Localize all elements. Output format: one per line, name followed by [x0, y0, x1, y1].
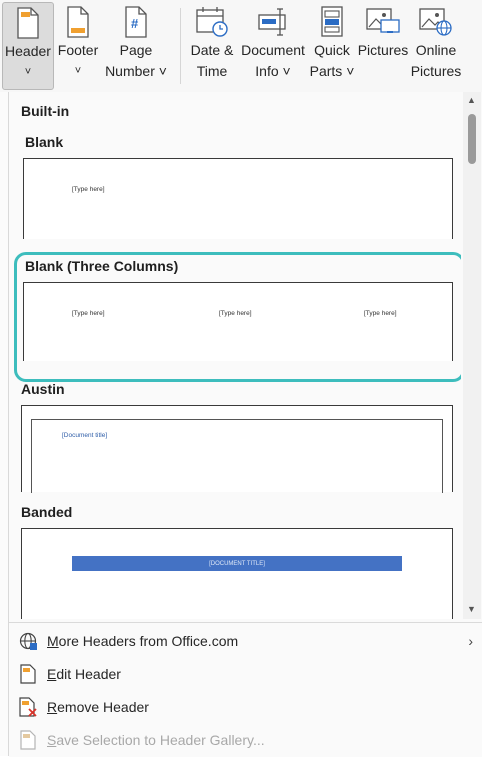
scroll-up-icon[interactable]: ▲	[467, 95, 476, 105]
date-time-label-2: Time	[196, 63, 228, 79]
scroll-down-icon[interactable]: ▼	[467, 604, 476, 614]
scroll-thumb[interactable]	[468, 114, 476, 164]
header-gallery-dropdown: Built-in Blank [Type here] Blank (Three …	[8, 92, 482, 757]
template-banded[interactable]: [DOCUMENT TITLE]	[21, 528, 453, 619]
page-number-label-1: Page	[119, 42, 153, 58]
template-austin[interactable]: [Document title]	[21, 405, 453, 493]
header-label: Header	[5, 43, 51, 59]
header-button[interactable]: Header ˅	[2, 2, 54, 90]
chevron-down-icon: ˅	[24, 66, 32, 78]
more-headers-menu-item[interactable]: More Headers from Office.com ›	[9, 625, 482, 657]
document-info-icon	[258, 8, 286, 36]
document-info-button[interactable]: Document Info ˅	[240, 2, 306, 88]
template-blank[interactable]: [Type here]	[23, 158, 453, 239]
access-key-e: E	[47, 666, 57, 682]
quick-parts-icon	[321, 6, 343, 37]
date-time-label-1: Date &	[190, 42, 234, 58]
remove-header-icon	[18, 697, 38, 717]
access-key-m: M	[47, 633, 59, 649]
template-title-banded: Banded	[21, 504, 73, 520]
quick-parts-button[interactable]: Quick Parts ˅	[310, 2, 354, 88]
header-icon	[17, 7, 39, 39]
edit-header-label: dit Header	[56, 666, 121, 682]
footer-label: Footer	[57, 42, 99, 58]
svg-text:#: #	[131, 16, 139, 31]
access-key-s: S	[47, 732, 57, 748]
template-title-austin: Austin	[21, 381, 65, 397]
placeholder-text: [Type here]	[72, 186, 105, 193]
selection-highlight	[14, 252, 461, 382]
austin-inner-frame: [Document title]	[31, 419, 443, 493]
save-selection-menu-item: Save Selection to Header Gallery...	[9, 724, 482, 756]
footer-icon	[67, 6, 89, 38]
page-number-button[interactable]: # Page Number ˅	[104, 2, 168, 88]
online-pictures-button[interactable]: Online Pictures	[410, 2, 462, 88]
online-pictures-label-2: Pictures	[410, 63, 462, 79]
ribbon-separator	[180, 8, 181, 84]
chevron-down-icon: ˅	[74, 65, 82, 77]
built-in-heading: Built-in	[21, 103, 70, 119]
more-headers-label: ore Headers from Office.com	[58, 633, 239, 649]
edit-header-icon	[18, 664, 38, 684]
quick-parts-label-1: Quick	[314, 42, 350, 58]
globe-document-icon	[18, 631, 38, 651]
header-menu: More Headers from Office.com › Edit Head…	[9, 622, 482, 757]
pictures-icon	[366, 8, 400, 33]
insert-ribbon: Header ˅ Footer ˅ # Page Number ˅ Date &…	[0, 0, 482, 93]
page-number-icon: #	[125, 6, 147, 38]
remove-header-menu-item[interactable]: Remove Header	[9, 691, 482, 723]
edit-header-menu-item[interactable]: Edit Header	[9, 658, 482, 690]
chevron-right-icon: ›	[468, 633, 473, 649]
document-edge	[0, 92, 8, 756]
calendar-clock-icon	[196, 7, 228, 37]
document-info-label-2: Info ˅	[255, 63, 291, 79]
template-title-blank: Blank	[25, 134, 64, 150]
document-info-label-1: Document	[241, 42, 305, 58]
save-selection-icon	[18, 730, 38, 750]
date-time-button[interactable]: Date & Time	[186, 2, 238, 88]
save-selection-label: ave Selection to Header Gallery...	[56, 732, 265, 748]
online-pictures-label-1: Online	[415, 42, 457, 58]
banded-title-bar: [DOCUMENT TITLE]	[72, 556, 402, 571]
placeholder-document-title-banded: [DOCUMENT TITLE]	[209, 560, 265, 567]
footer-button[interactable]: Footer ˅	[55, 2, 101, 88]
online-pictures-icon	[419, 8, 452, 36]
remove-header-label: emove Header	[57, 699, 149, 715]
placeholder-document-title: [Document title]	[62, 432, 108, 439]
gallery-scrollbar[interactable]: ▲ ▼	[463, 92, 481, 619]
quick-parts-label-2: Parts ˅	[309, 63, 355, 79]
pictures-label: Pictures	[357, 42, 409, 58]
pictures-button[interactable]: Pictures	[356, 2, 410, 88]
header-gallery: Built-in Blank [Type here] Blank (Three …	[9, 92, 461, 619]
page-number-label-2: Number ˅	[105, 63, 167, 79]
access-key-r: R	[47, 699, 58, 715]
